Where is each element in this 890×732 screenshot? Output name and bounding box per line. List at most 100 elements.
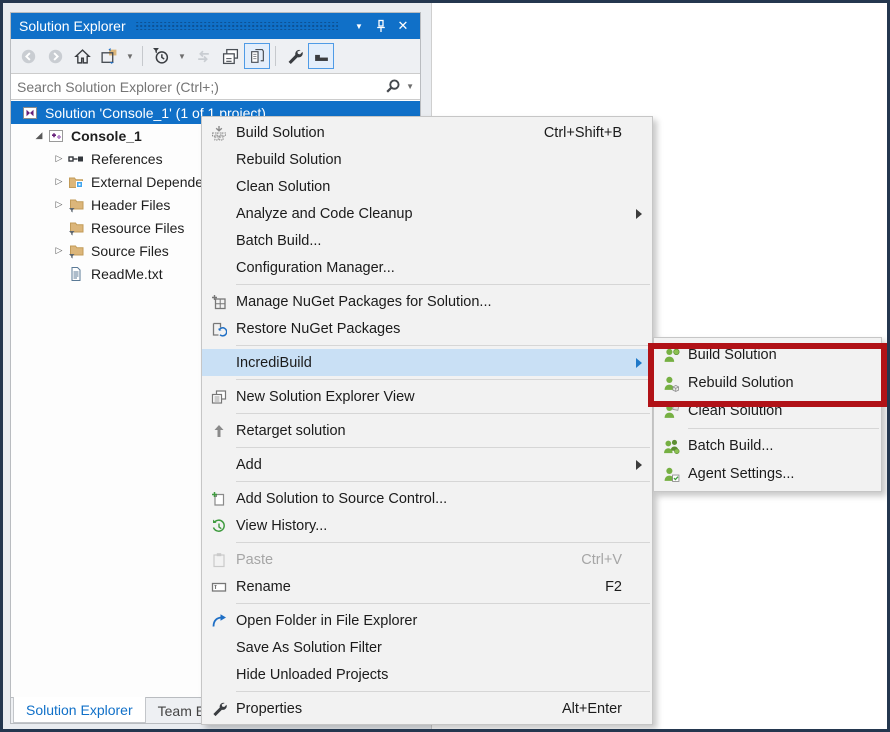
menu-item-properties[interactable]: Properties Alt+Enter: [202, 695, 652, 722]
window-position-menu-button[interactable]: ▼: [348, 16, 370, 36]
pending-changes-filter-button[interactable]: [148, 43, 174, 69]
home-button[interactable]: [69, 43, 95, 69]
incredibuild-agent-icon: [654, 466, 688, 483]
titlebar-grip-dots: [136, 22, 338, 30]
tab-solution-explorer[interactable]: Solution Explorer: [13, 697, 146, 723]
menu-item-add[interactable]: Add: [202, 451, 652, 478]
close-button[interactable]: ✕: [392, 16, 414, 36]
menu-item-hide-unloaded-projects[interactable]: Hide Unloaded Projects: [202, 661, 652, 688]
menu-item-label: Clean Solution: [236, 179, 622, 195]
menu-item-clean-solution[interactable]: Clean Solution: [202, 173, 652, 200]
menu-item-label: Retarget solution: [236, 423, 622, 439]
collapse-all-icon: [222, 48, 239, 65]
tree-label: ReadMe.txt: [91, 266, 163, 282]
collapsed-arrow-icon[interactable]: ▷: [51, 153, 67, 164]
menu-item-paste[interactable]: Paste Ctrl+V: [202, 546, 652, 573]
collapsed-arrow-icon[interactable]: ▷: [51, 245, 67, 256]
menu-item-open-folder-in-file-explorer[interactable]: Open Folder in File Explorer: [202, 607, 652, 634]
menu-item-rebuild-solution[interactable]: Rebuild Solution: [202, 146, 652, 173]
search-options-dropdown[interactable]: ▼: [406, 82, 414, 91]
menu-separator: [236, 542, 650, 543]
forward-button[interactable]: [42, 43, 68, 69]
new-solution-explorer-view-icon: [202, 389, 236, 405]
menu-separator: [688, 428, 879, 429]
menu-item-label: Add: [236, 457, 622, 473]
menu-item-label: Build Solution: [688, 347, 871, 363]
menu-item-rename[interactable]: Rename F2: [202, 573, 652, 600]
menu-item-label: Restore NuGet Packages: [236, 321, 622, 337]
wrench-icon: [202, 701, 236, 717]
menu-item-configuration-manager[interactable]: Configuration Manager...: [202, 254, 652, 281]
pin-button[interactable]: [370, 16, 392, 36]
menu-item-retarget-solution[interactable]: Retarget solution: [202, 417, 652, 444]
menu-item-view-history[interactable]: View History...: [202, 512, 652, 539]
menu-item-batch-build[interactable]: Batch Build...: [202, 227, 652, 254]
menu-item-label: IncrediBuild: [236, 355, 622, 371]
submenu-item-clean-solution[interactable]: Clean Solution: [654, 397, 881, 425]
menu-separator: [236, 603, 650, 604]
toolbar-separator: [142, 46, 143, 66]
tab-label: Solution Explorer: [26, 702, 133, 718]
rename-icon: [202, 579, 236, 595]
menu-item-save-as-solution-filter[interactable]: Save As Solution Filter: [202, 634, 652, 661]
incredibuild-rebuild-icon: [654, 375, 688, 392]
menu-item-label: Clean Solution: [688, 403, 871, 419]
menu-item-label: View History...: [236, 518, 622, 534]
back-button[interactable]: [15, 43, 41, 69]
submenu-item-build-solution[interactable]: Build Solution: [654, 341, 881, 369]
collapsed-arrow-icon[interactable]: ▷: [51, 176, 67, 187]
nuget-restore-icon: [202, 321, 236, 337]
search-input[interactable]: [17, 79, 384, 95]
solution-explorer-titlebar[interactable]: Solution Explorer ▼ ✕: [11, 13, 420, 39]
add-to-source-control-icon: [202, 491, 236, 507]
menu-item-label: Batch Build...: [236, 233, 622, 249]
pin-icon: [374, 19, 388, 33]
menu-item-incredibuild[interactable]: IncrediBuild: [202, 349, 652, 376]
menu-item-label: Manage NuGet Packages for Solution...: [236, 294, 622, 310]
home-icon: [74, 48, 91, 65]
submenu-arrow-icon: [636, 460, 642, 470]
switch-views-button[interactable]: [96, 43, 122, 69]
expanded-arrow-icon[interactable]: ◢: [31, 130, 47, 141]
preview-selected-items-icon: [313, 48, 330, 65]
menu-separator: [236, 413, 650, 414]
menu-item-shortcut: Ctrl+Shift+B: [514, 125, 622, 141]
submenu-item-batch-build[interactable]: Batch Build...: [654, 432, 881, 460]
pending-changes-dropdown[interactable]: ▼: [175, 43, 189, 69]
preview-selected-items-button[interactable]: [308, 43, 334, 69]
menu-item-add-solution-to-source-control[interactable]: Add Solution to Source Control...: [202, 485, 652, 512]
menu-item-label: Batch Build...: [688, 438, 871, 454]
menu-separator: [236, 691, 650, 692]
incredibuild-submenu: Build Solution Rebuild Solution Clean So…: [653, 337, 882, 492]
submenu-arrow-icon: [636, 209, 642, 219]
menu-item-shortcut: Ctrl+V: [551, 552, 622, 568]
collapse-all-button[interactable]: [217, 43, 243, 69]
retarget-up-arrow-icon: [202, 423, 236, 439]
nuget-package-icon: [202, 294, 236, 310]
sync-with-active-document-button[interactable]: [190, 43, 216, 69]
search-icon[interactable]: [384, 78, 401, 95]
menu-item-analyze-and-code-cleanup[interactable]: Analyze and Code Cleanup: [202, 200, 652, 227]
menu-item-build-solution[interactable]: Build Solution Ctrl+Shift+B: [202, 119, 652, 146]
menu-separator: [236, 284, 650, 285]
menu-separator: [236, 447, 650, 448]
collapsed-arrow-icon[interactable]: ▷: [51, 199, 67, 210]
menu-item-restore-nuget-packages[interactable]: Restore NuGet Packages: [202, 315, 652, 342]
menu-item-label: Rebuild Solution: [688, 375, 871, 391]
menu-item-label: New Solution Explorer View: [236, 389, 622, 405]
switch-views-dropdown[interactable]: ▼: [123, 43, 137, 69]
menu-item-manage-nuget-packages[interactable]: Manage NuGet Packages for Solution...: [202, 288, 652, 315]
show-all-files-button[interactable]: [244, 43, 270, 69]
tree-label: Resource Files: [91, 220, 184, 236]
menu-item-label: Configuration Manager...: [236, 260, 622, 276]
menu-item-label: Rename: [236, 579, 575, 595]
menu-item-label: Add Solution to Source Control...: [236, 491, 622, 507]
menu-item-label: Save As Solution Filter: [236, 640, 622, 656]
submenu-item-rebuild-solution[interactable]: Rebuild Solution: [654, 369, 881, 397]
menu-separator: [236, 345, 650, 346]
submenu-item-agent-settings[interactable]: Agent Settings...: [654, 460, 881, 488]
menu-item-new-solution-explorer-view[interactable]: New Solution Explorer View: [202, 383, 652, 410]
properties-button[interactable]: [281, 43, 307, 69]
menu-item-shortcut: Alt+Enter: [532, 701, 622, 717]
submenu-arrow-icon: [636, 358, 642, 368]
